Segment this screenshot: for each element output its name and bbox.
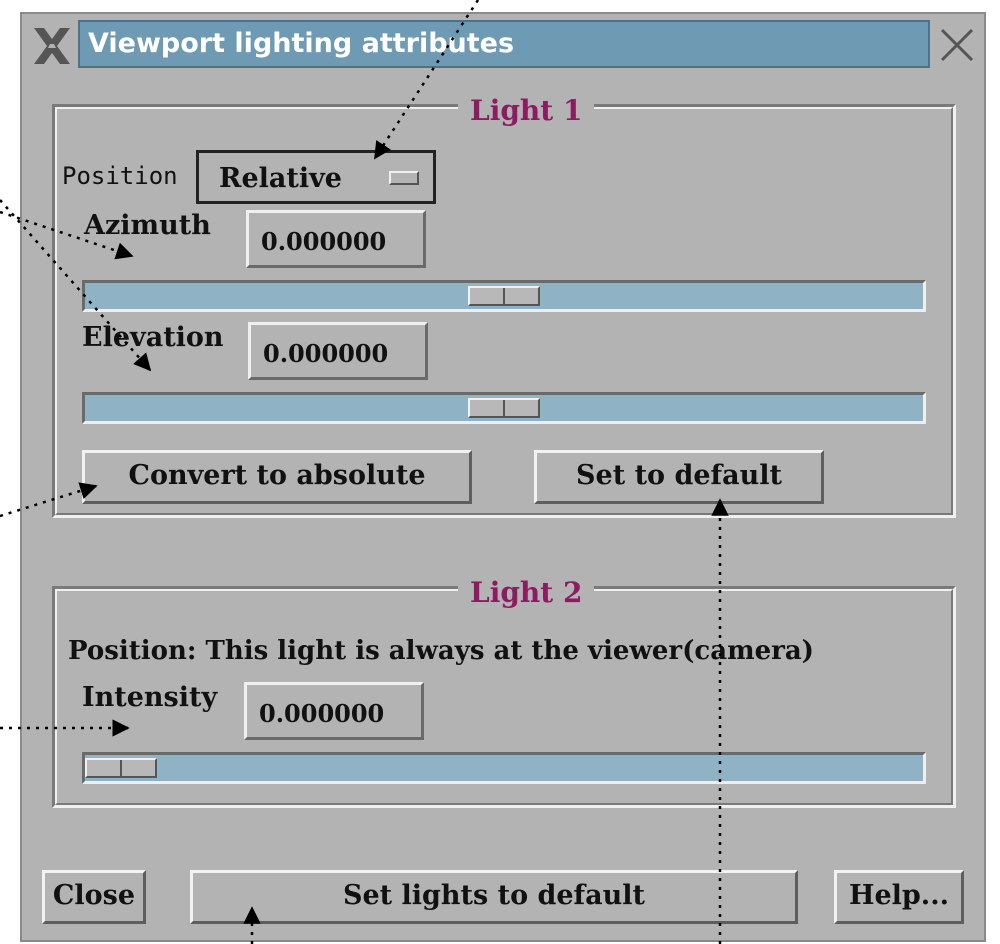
azimuth-slider-thumb[interactable] xyxy=(468,286,540,306)
convert-to-absolute-button[interactable]: Convert to absolute xyxy=(82,450,472,504)
lighting-dialog-window: Viewport lighting attributes Light 1 Pos… xyxy=(20,12,986,942)
elevation-slider-thumb[interactable] xyxy=(468,398,540,418)
position-option-value: Relative xyxy=(219,163,342,194)
elevation-field[interactable]: 0.000000 xyxy=(248,322,428,380)
elevation-label: Elevation xyxy=(82,322,224,353)
intensity-label: Intensity xyxy=(82,682,218,713)
help-button[interactable]: Help... xyxy=(834,870,964,924)
x-logo-icon[interactable] xyxy=(30,24,74,68)
close-button[interactable]: Close xyxy=(42,870,146,924)
elevation-slider[interactable] xyxy=(82,392,926,424)
intensity-field[interactable]: 0.000000 xyxy=(244,682,424,740)
title-bar[interactable]: Viewport lighting attributes xyxy=(22,14,984,76)
option-menu-indicator-icon xyxy=(389,171,419,185)
position-option-menu[interactable]: Relative xyxy=(196,150,436,204)
intensity-slider[interactable] xyxy=(82,752,926,784)
light2-position-text: Position: This light is always at the vi… xyxy=(68,636,814,666)
set-to-default-button[interactable]: Set to default xyxy=(534,450,824,504)
azimuth-slider[interactable] xyxy=(82,280,926,312)
light2-legend: Light 2 xyxy=(458,578,595,608)
window-title: Viewport lighting attributes xyxy=(78,20,930,68)
light1-legend: Light 1 xyxy=(458,96,595,126)
azimuth-label: Azimuth xyxy=(84,210,211,241)
azimuth-field[interactable]: 0.000000 xyxy=(246,210,426,268)
set-lights-to-default-button[interactable]: Set lights to default xyxy=(190,870,798,924)
position-label: Position xyxy=(62,162,178,190)
intensity-slider-thumb[interactable] xyxy=(85,758,157,778)
close-icon[interactable] xyxy=(938,26,976,64)
